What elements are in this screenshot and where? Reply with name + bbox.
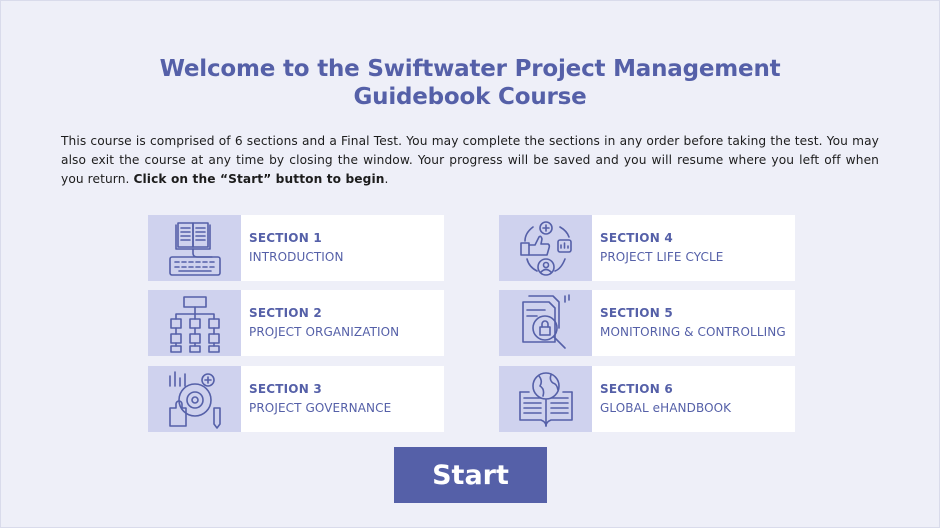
intro-end: .	[384, 172, 389, 186]
section-label: SECTION 2	[249, 306, 322, 320]
section-label: SECTION 3	[249, 382, 322, 396]
section-card-2[interactable]: SECTION 2 PROJECT ORGANIZATION	[148, 290, 444, 356]
intro-paragraph: This course is comprised of 6 sections a…	[61, 132, 879, 189]
section-card-3[interactable]: SECTION 3 PROJECT GOVERNANCE	[148, 366, 444, 432]
section-card-6[interactable]: SECTION 6 GLOBAL eHANDBOOK	[499, 366, 795, 432]
globe-book-icon	[499, 366, 592, 432]
section-label: SECTION 4	[600, 231, 673, 245]
governance-gear-icon	[148, 366, 241, 432]
section-name: PROJECT LIFE CYCLE	[600, 250, 724, 264]
document-lock-magnifier-icon	[499, 290, 592, 356]
org-chart-icon	[148, 290, 241, 356]
section-label: SECTION 5	[600, 306, 673, 320]
section-card-5[interactable]: SECTION 5 MONITORING & CONTROLLING	[499, 290, 795, 356]
section-label: SECTION 1	[249, 231, 322, 245]
page-title: Welcome to the Swiftwater Project Manage…	[0, 55, 940, 111]
title-line-1: Welcome to the Swiftwater Project Manage…	[159, 56, 781, 82]
section-name: MONITORING & CONTROLLING	[600, 325, 786, 339]
section-label: SECTION 6	[600, 382, 673, 396]
intro-bold-text: Click on the “Start” button to begin	[133, 172, 385, 186]
section-card-1[interactable]: SECTION 1 INTRODUCTION	[148, 215, 444, 281]
life-cycle-icon	[499, 215, 592, 281]
start-button[interactable]: Start	[394, 447, 547, 503]
title-line-2: Guidebook Course	[353, 84, 587, 110]
book-keyboard-icon	[148, 215, 241, 281]
section-name: GLOBAL eHANDBOOK	[600, 401, 732, 415]
section-card-4[interactable]: SECTION 4 PROJECT LIFE CYCLE	[499, 215, 795, 281]
section-name: INTRODUCTION	[249, 250, 344, 264]
section-name: PROJECT ORGANIZATION	[249, 325, 400, 339]
section-name: PROJECT GOVERNANCE	[249, 401, 392, 415]
